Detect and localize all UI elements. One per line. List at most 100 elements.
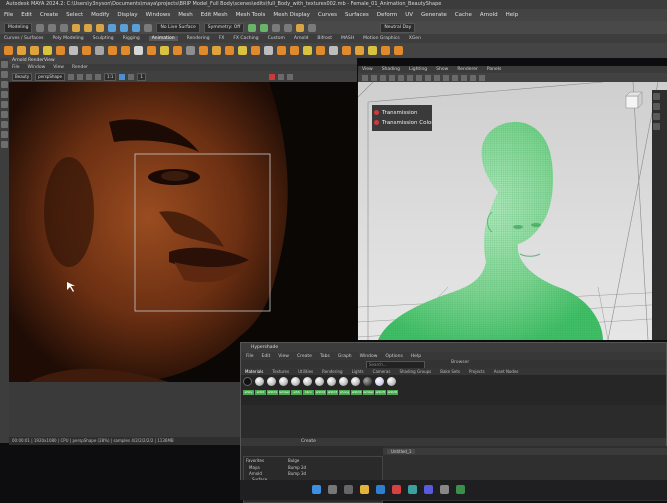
channel-box-tab-icon[interactable] xyxy=(653,93,660,100)
tree-item-favorites[interactable]: Favorites xyxy=(243,456,283,465)
shelf-tab-xgen[interactable]: XGen xyxy=(409,36,421,41)
motion-path-icon[interactable] xyxy=(108,46,117,55)
shelf-tab-motion-graphics[interactable]: Motion Graphics xyxy=(363,36,400,41)
menu-display[interactable]: Display xyxy=(117,12,137,18)
material-swatch[interactable]: blinn xyxy=(303,377,314,397)
new-scene-icon[interactable] xyxy=(36,23,45,32)
shelf-tab-poly-modeling[interactable]: Poly Modeling xyxy=(53,36,84,41)
transmission-row[interactable]: Transmission xyxy=(372,109,432,118)
shelf-tab-rigging[interactable]: Rigging xyxy=(123,36,140,41)
app-icon[interactable] xyxy=(424,485,433,494)
vp-textured-icon[interactable] xyxy=(443,74,449,81)
hs-tab-utilities[interactable]: Utilities xyxy=(298,369,313,374)
breakdown-icon[interactable] xyxy=(56,46,65,55)
vp-lights-icon[interactable] xyxy=(452,74,458,81)
menu-arnold[interactable]: Arnold xyxy=(480,12,498,18)
trax-editor-icon[interactable] xyxy=(95,46,104,55)
material-swatch[interactable]: aiStd2 xyxy=(315,377,326,397)
maya-icon[interactable] xyxy=(408,485,417,494)
material-swatch[interactable]: aiSky xyxy=(243,377,254,397)
material-swatch[interactable]: aiStd5 xyxy=(375,377,386,397)
hs-tab-materials[interactable]: Materials xyxy=(245,369,263,374)
vp-shadows-icon[interactable] xyxy=(461,74,467,81)
shelf-tab-bifrost[interactable]: Bifrost xyxy=(317,36,332,41)
material-swatch[interactable]: aiStd4 xyxy=(351,377,362,397)
menu-edit-mesh[interactable]: Edit Mesh xyxy=(201,12,228,18)
rv-menu-view[interactable]: View xyxy=(53,65,64,70)
vp-xray-icon[interactable] xyxy=(470,74,476,81)
browser-icon[interactable] xyxy=(376,485,385,494)
paint-select-icon[interactable] xyxy=(1,81,8,88)
node-item-bulge[interactable]: Bulge xyxy=(285,456,375,465)
hs-menu-edit[interactable]: Edit xyxy=(262,354,271,359)
render-settings-small-icon[interactable] xyxy=(286,73,293,80)
zoom-field[interactable]: 1:1 xyxy=(103,72,117,81)
rv-menu-window[interactable]: Window xyxy=(28,65,46,70)
aov-dropdown[interactable]: Beauty xyxy=(12,72,33,81)
vp-menu-show[interactable]: Show xyxy=(436,67,448,72)
ghost-icon[interactable] xyxy=(121,46,130,55)
vp-image-plane-icon[interactable] xyxy=(389,74,395,81)
open-scene-icon[interactable] xyxy=(48,23,57,32)
menu-select[interactable]: Select xyxy=(66,12,83,18)
render-frame-icon[interactable] xyxy=(248,23,257,32)
hs-menu-file[interactable]: File xyxy=(246,354,254,359)
material-swatch[interactable]: aiStd1 xyxy=(267,377,278,397)
blend-shape-icon[interactable] xyxy=(212,46,221,55)
save-scene-icon[interactable] xyxy=(60,23,69,32)
render-image[interactable] xyxy=(9,82,357,382)
modeling-toolkit-tab-icon[interactable] xyxy=(653,123,660,130)
set-key-translate-icon[interactable] xyxy=(17,46,26,55)
vp-wireframe-icon[interactable] xyxy=(425,74,431,81)
refresh-render-icon[interactable] xyxy=(277,73,284,80)
material-swatch[interactable]: aiSS xyxy=(291,377,302,397)
lighting-preset-dropdown[interactable]: Neutral Day xyxy=(380,22,416,33)
solidify-icon[interactable] xyxy=(394,46,403,55)
jiggle-icon[interactable] xyxy=(316,46,325,55)
graph-editor-icon[interactable] xyxy=(69,46,78,55)
hs-menu-help[interactable]: Help xyxy=(411,354,421,359)
lasso-tool-icon[interactable] xyxy=(1,71,8,78)
menu-create[interactable]: Create xyxy=(40,12,58,18)
proximity-wrap-icon[interactable] xyxy=(355,46,364,55)
shelf-tab-curves-surfaces[interactable]: Curves / Surfaces xyxy=(4,36,44,41)
snap-curve-icon[interactable] xyxy=(120,23,129,32)
stop-render-icon[interactable] xyxy=(268,73,275,80)
move-tool-icon[interactable] xyxy=(1,91,8,98)
vp-menu-lighting[interactable]: Lighting xyxy=(409,67,427,72)
snap-view-icon[interactable] xyxy=(144,23,153,32)
crop-region-icon[interactable] xyxy=(119,73,126,80)
menu-windows[interactable]: Windows xyxy=(146,12,171,18)
shelf-tab-custom[interactable]: Custom xyxy=(268,36,285,41)
wrap-icon[interactable] xyxy=(251,46,260,55)
vp-select-camera-icon[interactable] xyxy=(362,74,368,81)
playblast-icon[interactable] xyxy=(134,46,143,55)
channel-r-icon[interactable] xyxy=(67,73,74,80)
vp-lock-camera-icon[interactable] xyxy=(371,74,377,81)
snapshot-icon[interactable] xyxy=(128,73,135,80)
menu-deform[interactable]: Deform xyxy=(377,12,397,18)
tool-settings-tab-icon[interactable] xyxy=(653,113,660,120)
search-icon[interactable] xyxy=(328,485,337,494)
vp-menu-panels[interactable]: Panels xyxy=(487,67,501,72)
live-surface-field[interactable]: No Live Surface xyxy=(156,22,200,33)
symmetry-dropdown[interactable]: Symmetry: Off xyxy=(203,22,245,33)
joint-icon[interactable] xyxy=(160,46,169,55)
ik-handle-icon[interactable] xyxy=(173,46,182,55)
hs-menu-create[interactable]: Create xyxy=(297,354,312,359)
camera-icon[interactable] xyxy=(308,23,317,32)
hs-menu-window[interactable]: Window xyxy=(360,354,378,359)
wire-icon[interactable] xyxy=(264,46,273,55)
nonlinear-icon[interactable] xyxy=(290,46,299,55)
hs-tab-shading-groups[interactable]: Shading Groups xyxy=(399,369,431,374)
layout-four-icon[interactable] xyxy=(1,131,8,138)
layout-single-icon[interactable] xyxy=(1,121,8,128)
delta-mush-icon[interactable] xyxy=(342,46,351,55)
set-key-rotate-icon[interactable] xyxy=(30,46,39,55)
material-swatch[interactable]: aiStd6 xyxy=(387,377,398,397)
shelf-tab-mash[interactable]: MASH xyxy=(341,36,354,41)
menu-file[interactable]: File xyxy=(4,12,13,18)
node-item-bump-3d[interactable]: Bump 3d xyxy=(285,471,375,477)
shelf-tab-sculpting[interactable]: Sculpting xyxy=(93,36,114,41)
sculpt-icon[interactable] xyxy=(277,46,286,55)
